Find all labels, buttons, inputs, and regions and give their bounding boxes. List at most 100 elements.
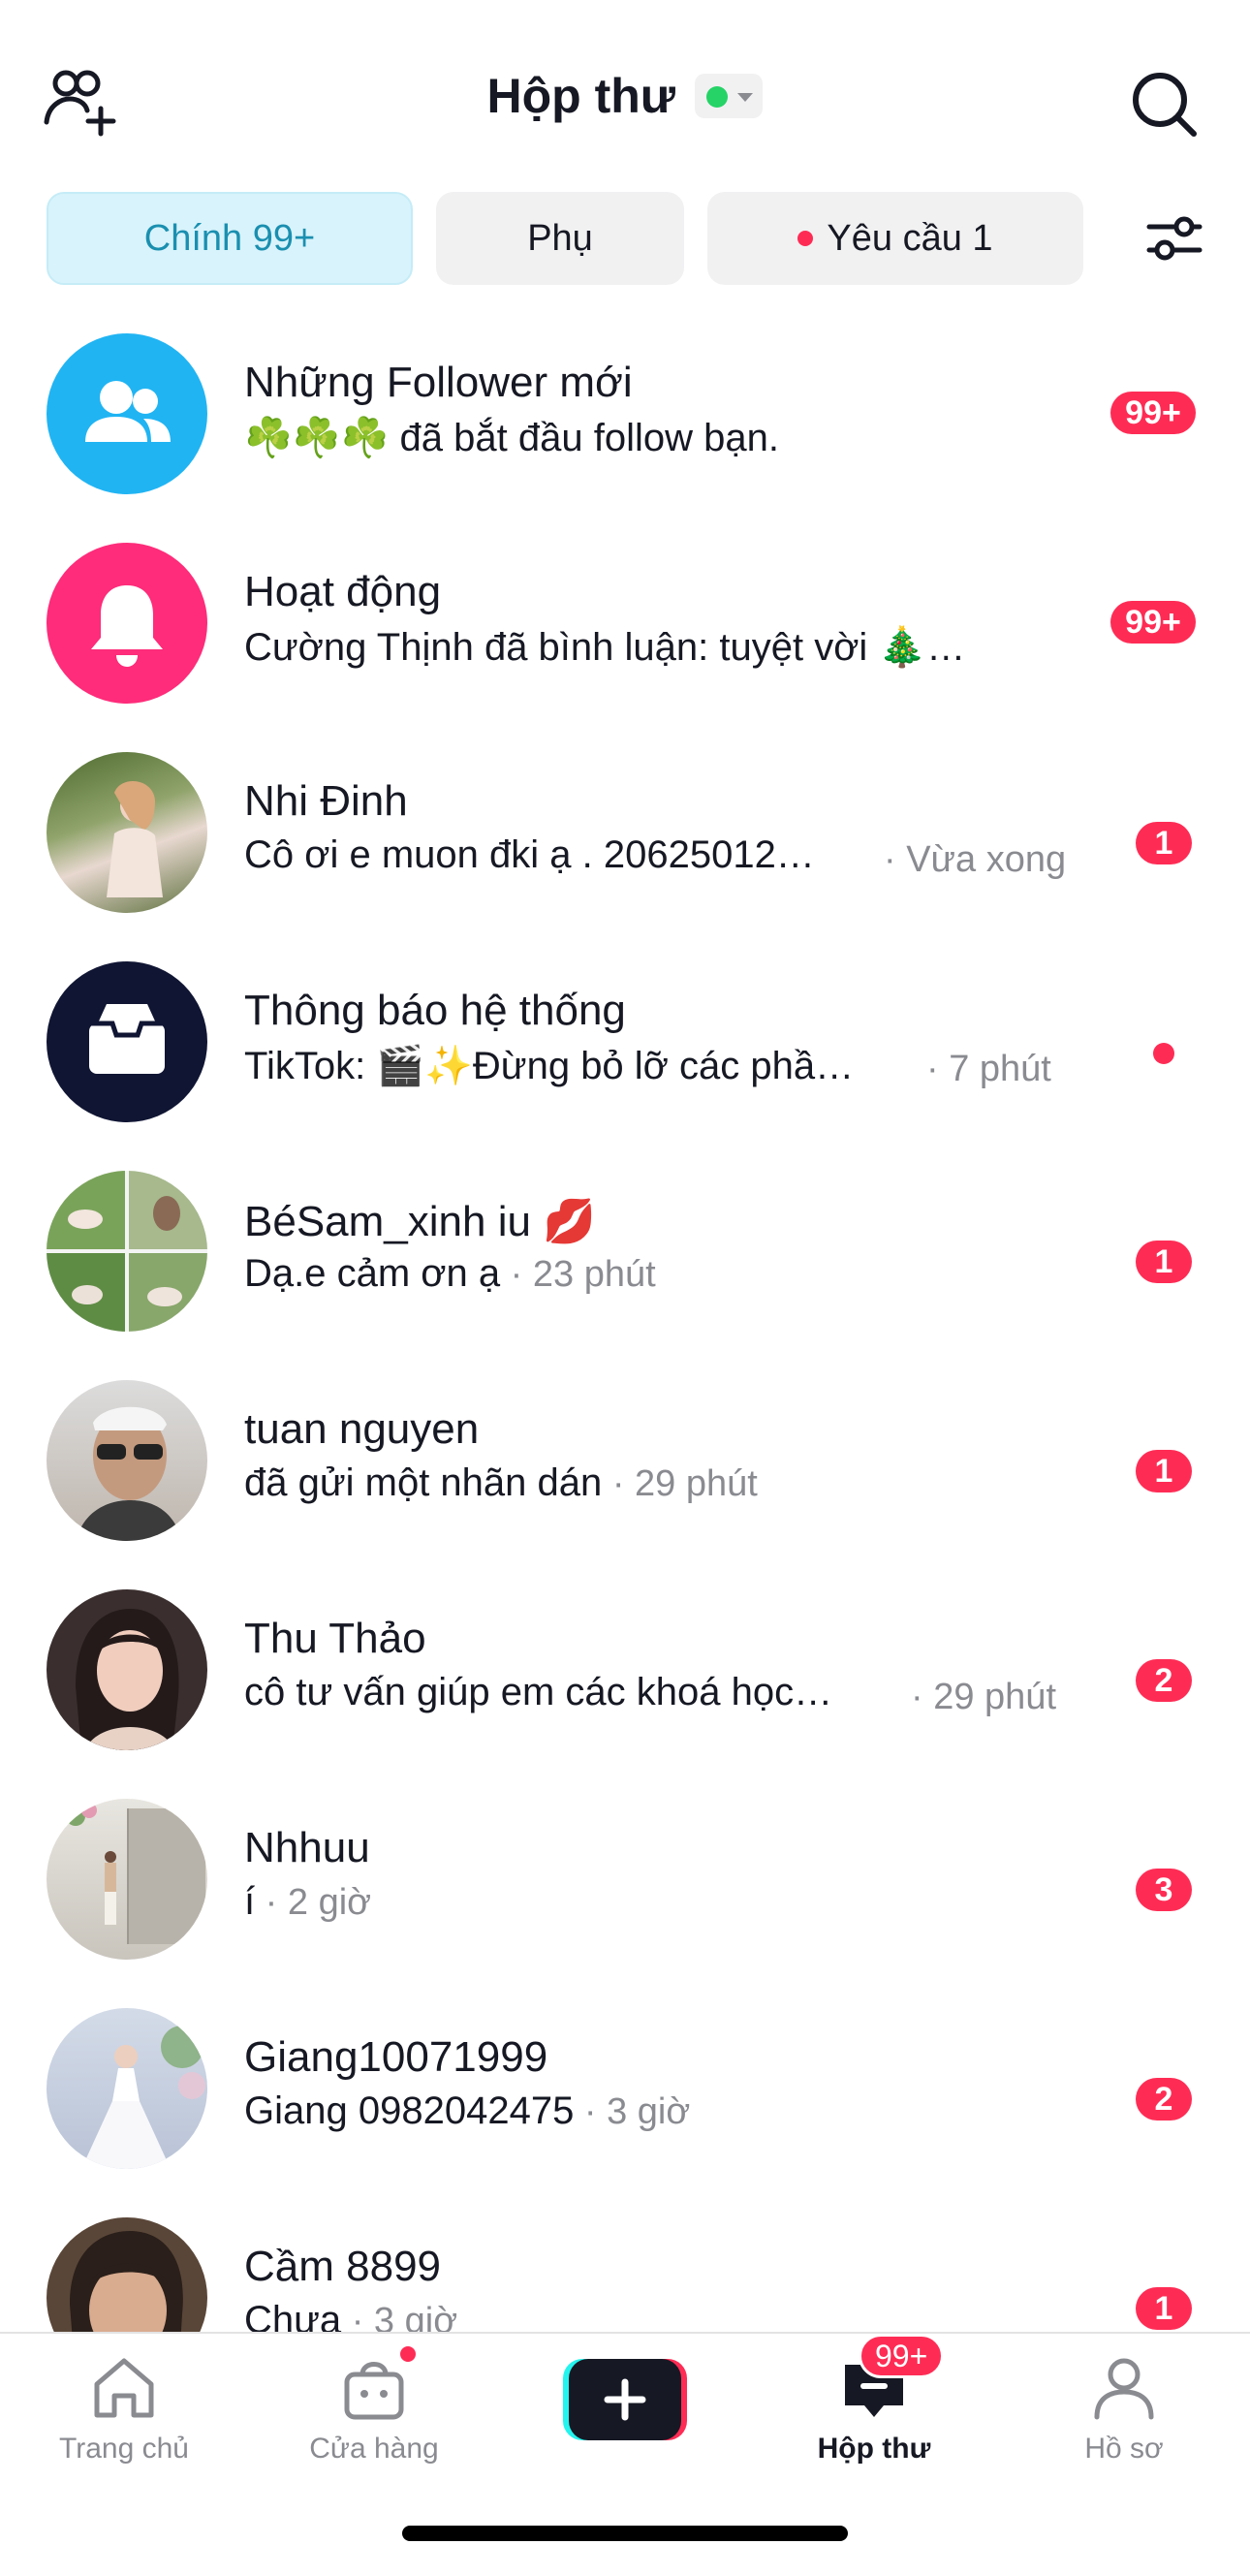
conversation-preview: Dạ.e cảm ơn ạ · 23 phút [244,1252,656,1296]
preview-text: Chưa [244,2299,342,2334]
avatar [47,752,207,913]
conversation-preview: cô tư vấn giúp em các khoá học… [244,1671,832,1714]
tab-requests-label: Yêu cầu 1 [827,217,993,259]
requests-dot [797,231,814,246]
page-title: Hộp thư [486,69,676,123]
nav-home[interactable]: Trang chủ [8,2334,240,2479]
nav-inbox-label: Hộp thư [817,2433,931,2465]
avatar [47,2008,207,2169]
tab-secondary[interactable]: Phụ [436,192,684,285]
nav-shop-label: Cửa hàng [309,2433,439,2465]
conversation-time: · 2 giờ [255,1882,372,1923]
list-item-conversation[interactable]: Nhi Đinh Cô ơi e muon đki ạ . 20625012… … [0,737,1250,946]
filter-icon[interactable] [1145,209,1203,267]
unread-badge: 99+ [1110,601,1196,644]
unread-badge: 3 [1136,1869,1192,1911]
preview-text: TikTok: 🎬✨Đừng bỏ lỡ các phầ… [244,1045,855,1087]
avatar [47,1589,207,1750]
list-item-conversation[interactable]: Giang10071999 Giang 0982042475 · 3 giờ 2 [0,1993,1250,2202]
conversation-preview: í · 2 giờ [244,1880,371,1924]
tab-requests[interactable]: Yêu cầu 1 [707,192,1083,285]
preview-text: Cường Thịnh đã bình luận: tuyệt vời 🎄… [244,626,966,669]
conversation-preview: Cường Thịnh đã bình luận: tuyệt vời 🎄… [244,624,965,670]
conversation-title: Những Follower mới [244,359,633,406]
avatar [47,1171,207,1332]
conversation-title: Cầm 8899 [244,2243,442,2290]
conversation-title: Thông báo hệ thống [244,987,626,1034]
conversation-preview: Giang 0982042475 · 3 giờ [244,2089,690,2133]
title-area: Hộp thư [0,68,1250,124]
inbox-tabs: Chính 99+ Phụ Yêu cầu 1 [47,192,1203,285]
followers-icon [47,333,207,494]
chevron-down-icon [737,93,754,102]
conversation-preview: Cô ơi e muon đki ạ . 20625012… [244,833,815,877]
online-status-toggle[interactable] [695,74,764,118]
conversation-title: Hoạt động [244,568,442,615]
shop-notification-dot [397,2343,419,2365]
conversation-preview: Chưa · 3 giờ [244,2299,457,2334]
conversation-preview: đã gửi một nhãn dán · 29 phút [244,1461,758,1505]
list-item-conversation[interactable]: Thu Thảo cô tư vấn giúp em các khoá học…… [0,1574,1250,1783]
unread-badge: 1 [1136,822,1192,864]
preview-text: cô tư vấn giúp em các khoá học… [244,1671,833,1713]
list-item-system-notifications[interactable]: Thông báo hệ thống TikTok: 🎬✨Đừng bỏ lỡ … [0,946,1250,1155]
conversation-title: Giang10071999 [244,2033,548,2081]
shopping-bag-icon [344,2362,404,2420]
conversation-title: tuan nguyen [244,1405,480,1453]
tab-primary-label: Chính 99+ [143,217,316,259]
unread-badge: 1 [1136,1241,1192,1283]
conversation-title: BéSam_xinh iu 💋 [244,1198,596,1245]
preview-text: Giang 0982042475 [244,2089,575,2132]
preview-text: đã gửi một nhãn dán [244,1461,603,1504]
preview-text: Cô ơi e muon đki ạ . 20625012… [244,833,815,876]
create-button[interactable] [563,2359,687,2440]
preview-text: ☘️☘️☘️ đã bắt đầu follow bạn. [244,417,779,459]
conversation-title: Nhi Đinh [244,777,408,825]
tab-secondary-label: Phụ [527,217,593,259]
conversation-title: Nhhuu [244,1824,370,1871]
nav-home-label: Trang chủ [59,2433,189,2465]
online-status-dot [706,86,729,108]
unread-dot [1153,1043,1174,1064]
list-item-conversation[interactable]: BéSam_xinh iu 💋 Dạ.e cảm ơn ạ · 23 phút … [0,1155,1250,1365]
preview-text: í [244,1880,256,1923]
list-item-new-followers[interactable]: Những Follower mới ☘️☘️☘️ đã bắt đầu fol… [0,318,1250,527]
nav-inbox[interactable]: 99+ Hộp thư [758,2334,990,2479]
unread-badge: 2 [1136,1659,1192,1702]
avatar [47,1799,207,1960]
nav-profile[interactable]: Hồ sơ [1008,2334,1240,2479]
preview-text: Dạ.e cảm ơn ạ [244,1252,501,1295]
conversation-title: Thu Thảo [244,1615,426,1662]
conversation-time: · 29 phút [602,1463,758,1504]
conversation-time: · 7 phút [926,1049,1051,1089]
unread-badge: 99+ [1110,392,1196,434]
conversation-time: · 29 phút [911,1677,1056,1717]
conversation-time: · 23 phút [500,1254,656,1295]
home-icon [94,2358,154,2418]
header: Hộp thư [0,0,1250,184]
bell-icon [47,543,207,704]
profile-icon [1094,2358,1154,2420]
unread-badge: 1 [1136,2287,1192,2330]
search-icon[interactable] [1128,68,1202,141]
unread-badge: 1 [1136,1450,1192,1492]
nav-profile-label: Hồ sơ [1084,2433,1164,2465]
nav-shop[interactable]: Cửa hàng [258,2334,490,2479]
inbox-icon [47,961,207,1122]
list-item-conversation[interactable]: Cầm 8899 Chưa · 3 giờ 1 [0,2202,1250,2334]
list-item-conversation[interactable]: tuan nguyen đã gửi một nhãn dán · 29 phú… [0,1365,1250,1574]
list-item-conversation[interactable]: Nhhuu í · 2 giờ 3 [0,1783,1250,1993]
inbox-badge: 99+ [859,2334,945,2378]
conversation-list: Những Follower mới ☘️☘️☘️ đã bắt đầu fol… [0,318,1250,2334]
avatar [47,1380,207,1541]
conversation-preview: TikTok: 🎬✨Đừng bỏ lỡ các phầ… [244,1043,854,1088]
list-item-activity[interactable]: Hoạt động Cường Thịnh đã bình luận: tuyệ… [0,527,1250,737]
conversation-time: · 3 giờ [341,2301,458,2334]
conversation-time: · Vừa xong [884,839,1067,880]
unread-badge: 2 [1136,2078,1192,2120]
conversation-preview: ☘️☘️☘️ đã bắt đầu follow bạn. [244,415,779,460]
conversation-time: · 3 giờ [574,2091,691,2132]
home-indicator [402,2526,848,2541]
avatar [47,2217,207,2334]
tab-primary[interactable]: Chính 99+ [47,192,413,285]
